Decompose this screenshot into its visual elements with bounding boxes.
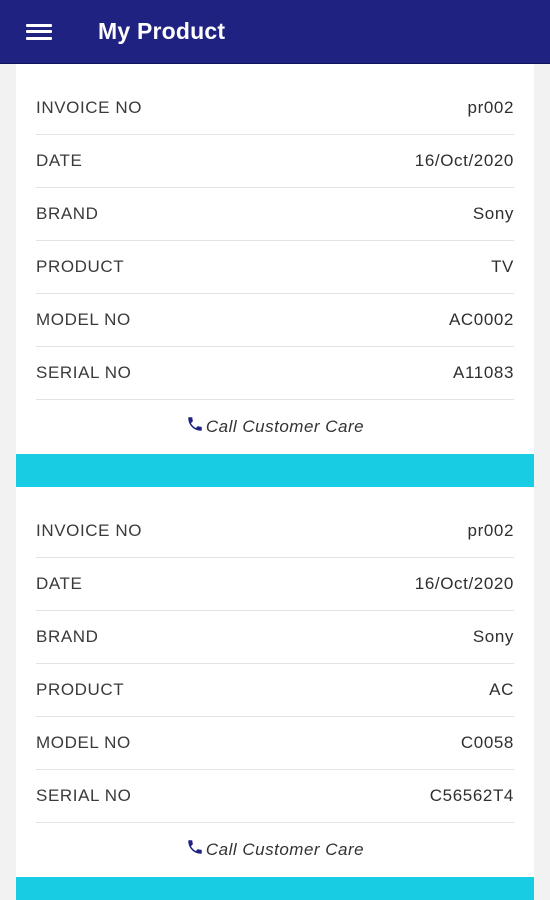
invoice-label: INVOICE NO xyxy=(36,98,143,117)
invoice-row: INVOICE NO pr002 xyxy=(36,505,514,558)
date-value: 16/Oct/2020 xyxy=(414,151,514,170)
product-card: INVOICE NO pr002 DATE 16/Oct/2020 BRAND … xyxy=(16,487,534,877)
product-row: PRODUCT TV xyxy=(36,241,514,294)
phone-icon xyxy=(188,417,202,431)
invoice-value: pr002 xyxy=(467,98,514,117)
product-label: PRODUCT xyxy=(36,257,125,276)
phone-icon xyxy=(188,840,202,854)
product-label: PRODUCT xyxy=(36,680,125,699)
invoice-row: INVOICE NO pr002 xyxy=(36,82,514,135)
date-row: DATE 16/Oct/2020 xyxy=(36,135,514,188)
product-value: TV xyxy=(491,257,514,276)
product-card: INVOICE NO pr002 DATE 16/Oct/2020 BRAND … xyxy=(16,64,534,454)
call-customer-care-label: Call Customer Care xyxy=(205,417,365,436)
card-divider xyxy=(16,454,534,487)
serial-row: SERIAL NO A11083 xyxy=(36,347,514,400)
brand-value: Sony xyxy=(472,627,514,646)
product-list: INVOICE NO pr002 DATE 16/Oct/2020 BRAND … xyxy=(16,64,534,900)
serial-label: SERIAL NO xyxy=(36,363,132,382)
brand-label: BRAND xyxy=(36,204,99,223)
brand-label: BRAND xyxy=(36,627,99,646)
model-label: MODEL NO xyxy=(36,310,131,329)
product-row: PRODUCT AC xyxy=(36,664,514,717)
date-label: DATE xyxy=(36,574,83,593)
model-row: MODEL NO C0058 xyxy=(36,717,514,770)
serial-label: SERIAL NO xyxy=(36,786,132,805)
model-row: MODEL NO AC0002 xyxy=(36,294,514,347)
date-row: DATE 16/Oct/2020 xyxy=(36,558,514,611)
date-label: DATE xyxy=(36,151,83,170)
invoice-label: INVOICE NO xyxy=(36,521,143,540)
model-label: MODEL NO xyxy=(36,733,131,752)
product-value: AC xyxy=(489,680,514,699)
card-divider xyxy=(16,877,534,900)
serial-value: C56562T4 xyxy=(429,786,514,805)
call-customer-care-button[interactable]: Call Customer Care xyxy=(36,823,514,877)
serial-row: SERIAL NO C56562T4 xyxy=(36,770,514,823)
brand-row: BRAND Sony xyxy=(36,611,514,664)
invoice-value: pr002 xyxy=(467,521,514,540)
model-value: AC0002 xyxy=(448,310,514,329)
serial-value: A11083 xyxy=(453,363,514,382)
hamburger-menu-icon[interactable] xyxy=(26,22,52,42)
brand-row: BRAND Sony xyxy=(36,188,514,241)
page-title: My Product xyxy=(98,18,226,44)
call-customer-care-button[interactable]: Call Customer Care xyxy=(36,400,514,454)
app-bar: My Product xyxy=(0,0,550,64)
call-customer-care-label: Call Customer Care xyxy=(205,840,365,859)
date-value: 16/Oct/2020 xyxy=(414,574,514,593)
brand-value: Sony xyxy=(472,204,514,223)
model-value: C0058 xyxy=(460,733,514,752)
